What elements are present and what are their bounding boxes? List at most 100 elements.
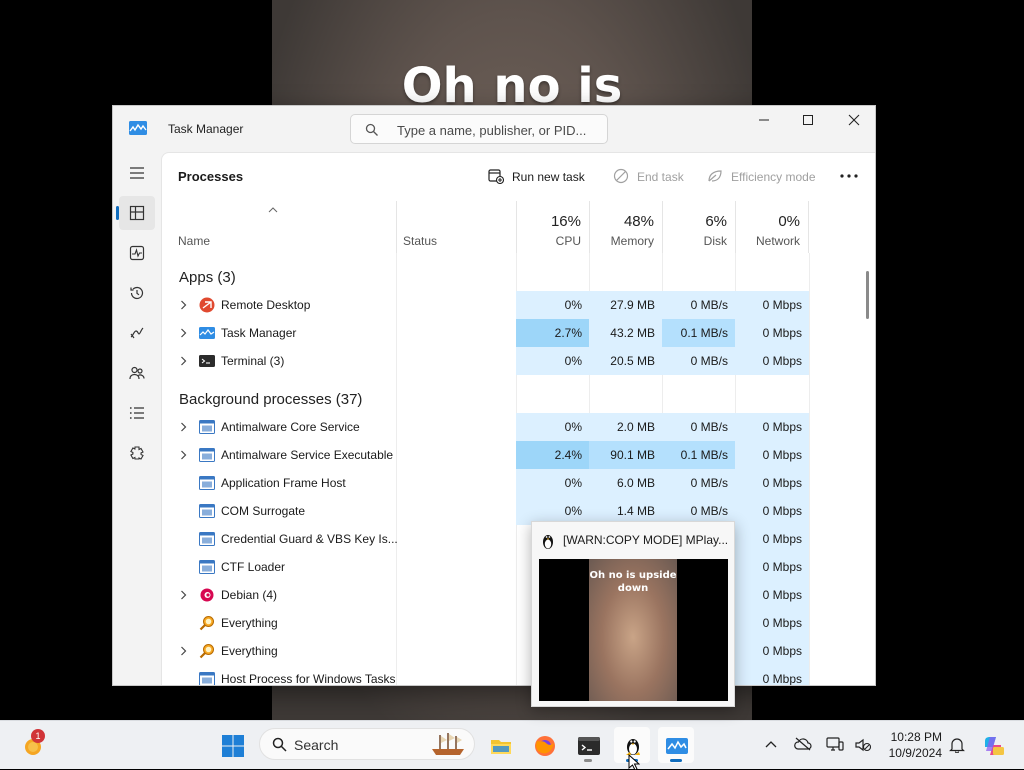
bell-icon xyxy=(949,738,965,753)
hamburger-menu-button[interactable] xyxy=(119,156,155,190)
end-task-icon xyxy=(613,168,629,184)
taskbar-terminal[interactable] xyxy=(570,727,606,763)
performance-icon xyxy=(129,245,145,261)
efficiency-mode-button[interactable]: Efficiency mode xyxy=(707,167,827,187)
notification-badge: 1 xyxy=(31,729,45,743)
chevron-right-icon[interactable] xyxy=(180,356,187,366)
more-options-icon[interactable] xyxy=(839,169,859,183)
process-row[interactable]: COM Surrogate 0% 1.4 MB 0 MB/s 0 Mbps xyxy=(162,497,875,525)
close-button[interactable] xyxy=(831,106,875,134)
nav-users[interactable] xyxy=(119,356,155,390)
search-box[interactable] xyxy=(350,114,608,144)
hamburger-icon xyxy=(130,167,144,179)
chevron-right-icon[interactable] xyxy=(180,646,187,656)
network-total: 0% xyxy=(778,213,800,230)
users-icon xyxy=(129,366,145,380)
nav-services[interactable] xyxy=(119,436,155,470)
preview-video: Oh no is upside down xyxy=(539,559,728,701)
chevron-right-icon[interactable] xyxy=(180,422,187,432)
service-icon xyxy=(199,503,215,519)
cpu-column-header[interactable]: 16% CPU xyxy=(516,201,589,253)
end-task-button[interactable]: End task xyxy=(613,167,693,187)
nav-app-history[interactable] xyxy=(119,276,155,310)
network-cell: 0 Mbps xyxy=(735,347,809,375)
status-column-label: Status xyxy=(403,234,438,248)
process-row[interactable]: CTF Loader 0 Mbps xyxy=(162,553,875,581)
status-column-header[interactable]: Status xyxy=(396,201,516,253)
window-title: Task Manager xyxy=(168,122,244,136)
process-row[interactable]: Terminal (3) 0% 20.5 MB 0 MB/s 0 Mbps xyxy=(162,347,875,375)
run-new-task-button[interactable]: Run new task xyxy=(488,167,588,187)
minimize-button[interactable] xyxy=(741,106,787,134)
taskbar-task-manager[interactable] xyxy=(658,727,694,763)
chevron-right-icon[interactable] xyxy=(180,300,187,310)
show-hidden-icons-button[interactable] xyxy=(756,727,786,763)
process-name: Application Frame Host xyxy=(221,476,346,490)
everything-icon xyxy=(199,615,215,631)
memory-column-label: Memory xyxy=(610,234,654,248)
start-button[interactable] xyxy=(214,727,250,763)
cpu-cell: 2.4% xyxy=(516,441,589,469)
copilot-icon xyxy=(985,737,1004,755)
nav-details[interactable] xyxy=(119,396,155,430)
clock[interactable]: 10:28 PM 10/9/2024 xyxy=(880,729,942,761)
firefox-icon xyxy=(535,736,555,756)
sort-up-icon xyxy=(268,207,278,213)
history-icon xyxy=(130,286,144,300)
process-name: Debian (4) xyxy=(221,588,278,602)
services-icon xyxy=(130,446,144,460)
disk-column-label: Disk xyxy=(703,234,727,248)
title-bar[interactable]: Task Manager xyxy=(113,106,875,152)
process-row[interactable]: Everything 0 Mbps xyxy=(162,609,875,637)
navigation-rail xyxy=(113,152,161,685)
network-cell: 0 Mbps xyxy=(735,553,809,581)
windows-logo-icon xyxy=(222,735,244,757)
maximize-icon xyxy=(803,115,813,125)
terminal-icon xyxy=(199,353,215,369)
process-row[interactable]: Remote Desktop 0% 27.9 MB 0 MB/s 0 Mbps xyxy=(162,291,875,319)
chevron-right-icon[interactable] xyxy=(180,450,187,460)
process-row[interactable]: Credential Guard & VBS Key Is... 0 Mbps xyxy=(162,525,875,553)
volume-tray[interactable] xyxy=(848,727,878,763)
nav-performance[interactable] xyxy=(119,236,155,270)
taskbar-search[interactable]: Search xyxy=(259,728,475,760)
network-tray[interactable] xyxy=(820,727,850,763)
search-icon xyxy=(365,123,378,136)
network-column-header[interactable]: 0% Network xyxy=(735,201,809,253)
run-new-task-label: Run new task xyxy=(512,170,585,184)
efficiency-mode-label: Efficiency mode xyxy=(731,170,816,184)
notifications-button[interactable] xyxy=(942,727,972,763)
chevron-right-icon[interactable] xyxy=(180,328,187,338)
nav-startup-apps[interactable] xyxy=(119,316,155,350)
search-label: Search xyxy=(294,737,339,753)
mplayer-thumbnail-preview[interactable]: [WARN:COPY MODE] MPlay... Oh no is upsid… xyxy=(531,521,735,707)
vertical-scrollbar[interactable] xyxy=(866,271,869,319)
onedrive-tray[interactable] xyxy=(788,727,818,763)
memory-column-header[interactable]: 48% Memory xyxy=(589,201,662,253)
memory-cell: 2.0 MB xyxy=(589,413,662,441)
taskbar-firefox[interactable] xyxy=(526,727,562,763)
maximize-button[interactable] xyxy=(785,106,831,134)
copilot-button[interactable] xyxy=(974,727,1010,763)
process-name: Terminal (3) xyxy=(221,354,285,368)
disk-column-header[interactable]: 6% Disk xyxy=(662,201,735,253)
display-network-icon xyxy=(826,737,844,751)
name-column-header[interactable]: Name xyxy=(162,201,396,253)
process-row[interactable]: Task Manager 2.7% 43.2 MB 0.1 MB/s 0 Mbps xyxy=(162,319,875,347)
process-row[interactable]: Host Process for Windows Tasks 0 Mbps xyxy=(162,665,875,685)
process-row[interactable]: Everything 0 Mbps xyxy=(162,637,875,665)
disk-cell: 0 MB/s xyxy=(662,347,735,375)
process-row[interactable]: Application Frame Host 0% 6.0 MB 0 MB/s 0 Mb… xyxy=(162,469,875,497)
process-row[interactable]: Antimalware Service Executable 2.4% 90.1 M… xyxy=(162,441,875,469)
nav-processes[interactable] xyxy=(116,196,155,230)
remote-desktop-icon xyxy=(199,297,215,313)
preview-caption: Oh no is upside down xyxy=(589,570,677,594)
process-row[interactable]: Debian (4) 0 Mbps xyxy=(162,581,875,609)
weather-widget[interactable]: 1 xyxy=(14,727,50,763)
run-new-task-icon xyxy=(488,169,504,184)
taskbar-file-explorer[interactable] xyxy=(482,727,518,763)
process-row[interactable]: Antimalware Core Service 0% 2.0 MB 0 MB/s 0 … xyxy=(162,413,875,441)
task-manager-window: Task Manager Type a name, publisher, or … xyxy=(112,105,876,686)
search-input[interactable] xyxy=(395,120,599,140)
chevron-right-icon[interactable] xyxy=(180,590,187,600)
